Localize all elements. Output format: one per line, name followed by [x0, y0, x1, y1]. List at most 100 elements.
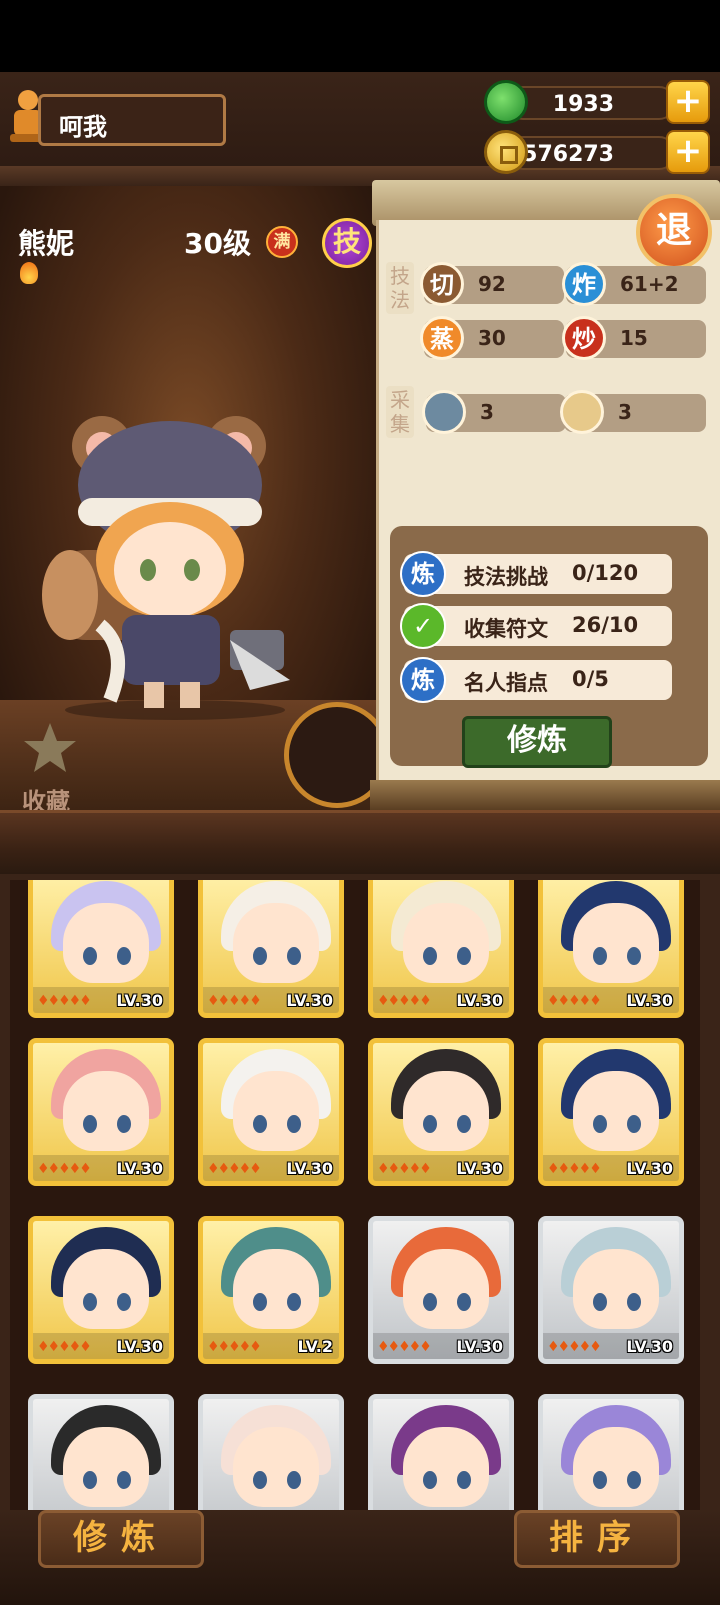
card-eye [627, 1293, 641, 1311]
card-eye [457, 1115, 471, 1133]
card-eye [83, 1471, 97, 1489]
character-card[interactable]: ♦♦♦♦♦ LV.30 [198, 1038, 344, 1186]
character-card[interactable]: ♦♦♦♦♦ LV.2 [198, 1216, 344, 1364]
character-card[interactable]: ♦♦♦♦♦ LV.30 [28, 1038, 174, 1186]
card-eye [627, 1471, 641, 1489]
character-card[interactable]: ♦♦♦♦♦ LV.30 [538, 1216, 684, 1364]
card-eye [287, 1293, 301, 1311]
gather-bun: 3 [560, 390, 706, 434]
character-card[interactable]: ♦♦♦♦♦ LV.30 [28, 880, 174, 1018]
card-eye [593, 947, 607, 965]
card-face [63, 1249, 149, 1329]
stat-cut: 切 92 [420, 262, 564, 306]
character-card[interactable]: ♦♦♦♦♦ LV.30 [28, 1216, 174, 1364]
card-flames-icon: ♦♦♦♦♦ [377, 1339, 432, 1355]
card-level: LV.30 [456, 991, 503, 1010]
panel-bottom [370, 780, 720, 810]
player-name: 呵我 [59, 113, 107, 141]
character-card[interactable]: ♦♦♦♦♦ LV.30 [538, 880, 684, 1018]
jade-bar: 1933 [506, 86, 676, 120]
card-level: LV.30 [286, 991, 333, 1010]
card-eye [593, 1471, 607, 1489]
card-eye [423, 1293, 437, 1311]
card-face [403, 1427, 489, 1507]
fry-icon: 炸 [562, 262, 606, 306]
card-eye [457, 1471, 471, 1489]
card-face [233, 1427, 319, 1507]
steam-value: 30 [478, 326, 506, 350]
card-eye [457, 1293, 471, 1311]
train-button[interactable]: 修炼 [462, 716, 612, 768]
card-eye [117, 1115, 131, 1133]
card-face [573, 1249, 659, 1329]
task-value: 0/120 [572, 561, 639, 585]
card-face [233, 1071, 319, 1151]
character-card[interactable]: ♦♦♦♦♦ LV.30 [198, 880, 344, 1018]
character-level: 30级 [184, 227, 251, 260]
character-card[interactable]: ♦♦♦♦♦ LV.30 [368, 880, 514, 1018]
train-bottom-button[interactable]: 修炼 [38, 1510, 204, 1568]
exit-button[interactable]: 退 [636, 194, 712, 270]
task-label: 技法挑战 [464, 565, 548, 589]
card-face [573, 1427, 659, 1507]
favorite-star-icon[interactable] [22, 720, 78, 776]
coin-plus-button[interactable]: + [666, 130, 710, 174]
card-level: LV.30 [626, 1159, 673, 1178]
sort-button[interactable]: 排序 [514, 1510, 680, 1568]
card-flames-icon: ♦♦♦♦♦ [377, 993, 432, 1009]
card-eye [627, 1115, 641, 1133]
stat-fry: 炸 61+2 [562, 262, 706, 306]
card-eye [117, 1471, 131, 1489]
task-value: 26/10 [572, 613, 639, 637]
jade-icon [484, 80, 528, 124]
card-eye [423, 1115, 437, 1133]
fry-value: 61+2 [620, 272, 679, 296]
card-flames-icon: ♦♦♦♦♦ [547, 1339, 602, 1355]
coin-value: 576273 [522, 142, 614, 167]
gather-fish: 3 [422, 390, 566, 434]
card-face [63, 1071, 149, 1151]
task-value: 0/5 [572, 667, 609, 691]
card-face [233, 903, 319, 983]
card-flames-icon: ♦♦♦♦♦ [547, 993, 602, 1009]
card-flames-icon: ♦♦♦♦♦ [37, 993, 92, 1009]
card-level: LV.30 [456, 1337, 503, 1356]
card-eye [593, 1115, 607, 1133]
check-icon: ✓ [400, 603, 446, 649]
card-flames-icon: ♦♦♦♦♦ [377, 1161, 432, 1177]
jade-plus-button[interactable]: + [666, 80, 710, 124]
card-grid[interactable]: ♦♦♦♦♦ LV.30 ♦♦♦♦♦ LV.30 ♦♦♦♦♦ LV.30 ♦♦♦♦♦ LV.30… [10, 880, 700, 1540]
coin-resource: 576273 + [484, 130, 710, 174]
card-face [63, 1427, 149, 1507]
cut-icon: 切 [420, 262, 464, 306]
fish-value: 3 [480, 400, 494, 424]
player-name-box[interactable]: 呵我 [38, 94, 226, 146]
card-face [403, 1071, 489, 1151]
stat-stir: 炒 15 [562, 316, 706, 360]
card-eye [253, 1293, 267, 1311]
card-level: LV.30 [116, 1159, 163, 1178]
task-collect-runes[interactable]: ✓ 收集符文 26/10 [400, 603, 672, 649]
card-eye [287, 947, 301, 965]
task-technique-challenge[interactable]: 炼 技法挑战 0/120 [400, 551, 672, 597]
character-card[interactable]: ♦♦♦♦♦ LV.30 [368, 1216, 514, 1364]
jade-resource: 1933 + [484, 80, 710, 124]
card-level: LV.30 [116, 1337, 163, 1356]
bun-value: 3 [618, 400, 632, 424]
card-flames-icon: ♦♦♦♦♦ [207, 1161, 262, 1177]
bun-icon [560, 390, 604, 434]
cut-value: 92 [478, 272, 506, 296]
skill-button[interactable]: 技 [322, 218, 372, 268]
character-card[interactable]: ♦♦♦♦♦ LV.30 [368, 1038, 514, 1186]
stat-steam: 蒸 30 [420, 316, 564, 360]
card-eye [457, 947, 471, 965]
card-face [233, 1249, 319, 1329]
card-eye [83, 1115, 97, 1133]
shelf-divider [0, 810, 720, 874]
card-eye [253, 1115, 267, 1133]
max-level-badge: 满 [266, 226, 298, 258]
card-flames-icon: ♦♦♦♦♦ [37, 1339, 92, 1355]
character-card[interactable]: ♦♦♦♦♦ LV.30 [538, 1038, 684, 1186]
task-master-guidance[interactable]: 炼 名人指点 0/5 [400, 657, 672, 703]
card-eye [423, 1471, 437, 1489]
